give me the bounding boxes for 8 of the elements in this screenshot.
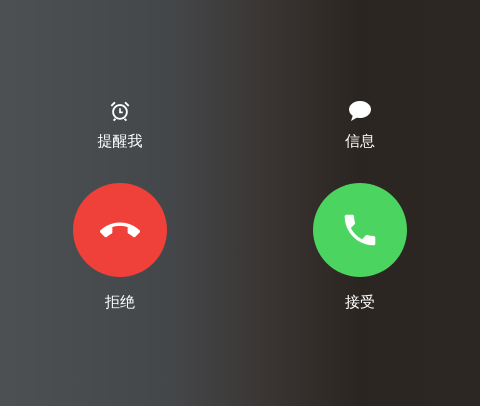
accept-label: 接受 xyxy=(345,292,375,312)
decline-label: 拒绝 xyxy=(105,292,135,312)
remind-me-button[interactable]: 提醒我 xyxy=(98,100,142,152)
message-button[interactable]: 信息 xyxy=(345,100,375,152)
hang-up-icon xyxy=(100,220,140,240)
alarm-clock-icon xyxy=(109,100,131,122)
phone-handset-icon xyxy=(343,212,377,246)
speech-bubble-icon xyxy=(348,100,372,122)
